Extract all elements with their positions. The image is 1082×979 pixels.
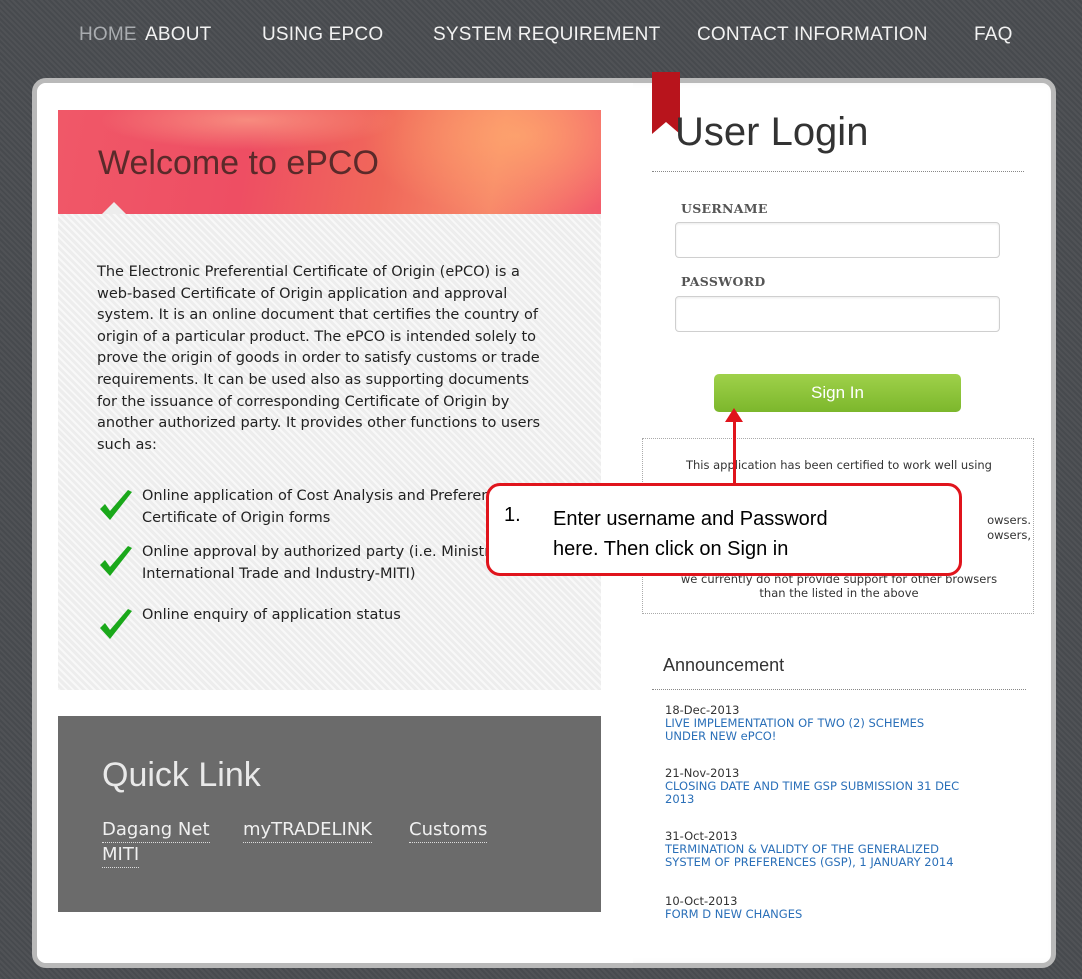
banner-notch — [102, 202, 126, 214]
username-label: USERNAME — [681, 201, 768, 216]
feature-text: Online enquiry of application status — [142, 604, 572, 626]
login-title: User Login — [675, 110, 869, 154]
welcome-line: requirements. It can be used also as sup… — [97, 371, 530, 388]
announcement-item: 31-Oct-2013 TERMINATION & VALIDTY OF THE… — [665, 830, 1045, 869]
callout-text: Enter username and Password here. Then c… — [553, 504, 948, 564]
checkmark-icon — [100, 546, 132, 576]
announcement-item: 18-Dec-2013 LIVE IMPLEMENTATION OF TWO (… — [665, 704, 1045, 743]
announcement-link[interactable]: CLOSING DATE AND TIME GSP SUBMISSION 31 … — [665, 780, 1045, 793]
welcome-line: web-based Certificate of Origin applicat… — [97, 285, 508, 302]
quick-link-mytradelink[interactable]: myTRADELINK — [243, 819, 373, 843]
welcome-line: The Electronic Preferential Certificate … — [97, 264, 520, 280]
nav-faq[interactable]: FAQ — [974, 24, 1013, 46]
nav-system-requirement[interactable]: SYSTEM REQUIREMENT — [433, 24, 660, 46]
callout-line: here. Then click on Sign in — [553, 538, 789, 560]
announcement-title: Announcement — [663, 655, 785, 675]
welcome-line: another authorized party. It provides ot… — [97, 415, 541, 432]
welcome-banner: Welcome to ePCO — [58, 110, 601, 214]
announcement-item: 10-Oct-2013 FORM D NEW CHANGES — [665, 895, 1045, 921]
nav-contact-information[interactable]: CONTACT INFORMATION — [697, 24, 928, 46]
annotation-arrow-line — [733, 420, 736, 483]
feature-line: Online enquiry of application status — [142, 607, 401, 623]
password-input[interactable] — [675, 296, 1000, 332]
divider — [652, 171, 1024, 172]
quick-link-customs[interactable]: Customs — [409, 819, 488, 843]
welcome-line: for the issuance of corresponding Certif… — [97, 393, 510, 410]
announcement-link[interactable]: UNDER NEW ePCO! — [665, 730, 1045, 743]
checkmark-icon — [100, 609, 132, 639]
welcome-title: Welcome to ePCO — [98, 144, 379, 182]
welcome-line: such as: — [97, 436, 157, 453]
notice-line: than the listed in the above — [759, 586, 919, 600]
top-nav: HOME ABOUT USING EPCO SYSTEM REQUIREMENT… — [0, 0, 1082, 72]
sign-in-button[interactable]: Sign In — [714, 374, 961, 412]
nav-using-epco[interactable]: USING EPCO — [262, 24, 383, 46]
announcement-link[interactable]: FORM D NEW CHANGES — [665, 908, 1045, 921]
notice-line: This application has been certified to w… — [685, 458, 992, 472]
announcement-link[interactable]: SYSTEM OF PREFERENCES (GSP), 1 JANUARY 2… — [665, 856, 1045, 869]
welcome-box: Welcome to ePCO The Electronic Preferent… — [58, 110, 601, 690]
quick-link-dagang-net[interactable]: Dagang Net — [102, 819, 210, 843]
nav-home[interactable]: HOME — [79, 24, 137, 46]
welcome-description: The Electronic Preferential Certificate … — [97, 262, 577, 456]
welcome-line: prove the origin of goods in order to sa… — [97, 350, 540, 367]
callout-number: 1. — [504, 504, 521, 526]
checkmark-icon — [100, 490, 132, 520]
quick-link-title: Quick Link — [102, 756, 261, 794]
callout-line: Enter username and Password — [553, 508, 828, 530]
divider — [652, 689, 1026, 690]
welcome-line: system. It is an online document that ce… — [97, 307, 538, 324]
announcement-item: 21-Nov-2013 CLOSING DATE AND TIME GSP SU… — [665, 767, 1045, 806]
username-input[interactable] — [675, 222, 1000, 258]
welcome-line: origin of a particular product. The ePCO… — [97, 328, 537, 345]
instruction-callout: 1. Enter username and Password here. The… — [486, 483, 962, 576]
nav-about[interactable]: ABOUT — [145, 24, 211, 46]
quick-link-box: Quick Link Dagang Net myTRADELINK Custom… — [58, 716, 601, 912]
announcement-link[interactable]: 2013 — [665, 793, 1045, 806]
password-label: PASSWORD — [681, 274, 766, 289]
quick-link-miti[interactable]: MITI — [102, 844, 140, 868]
